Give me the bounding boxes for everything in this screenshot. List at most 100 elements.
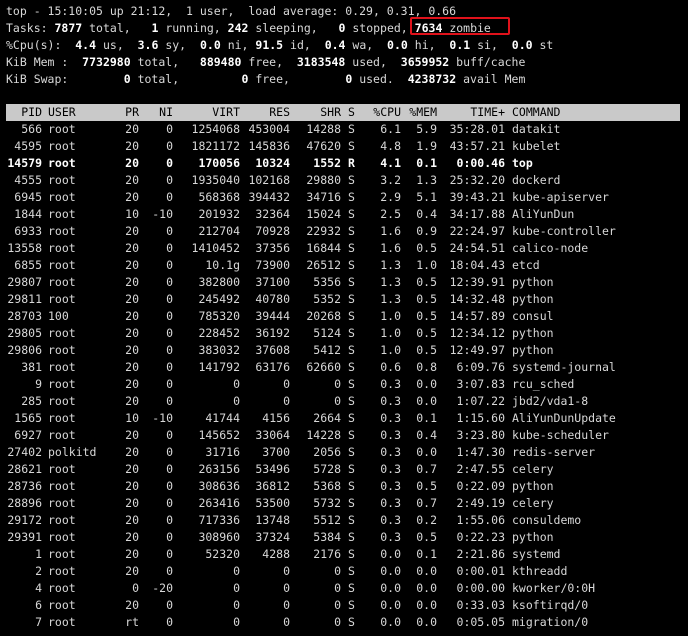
process-command: consuldemo	[512, 513, 582, 527]
process-row[interactable]: 28621 root 20 0 263156 53496 5728 S 0.3 0.7 2:47.5…	[6, 461, 680, 478]
process-mem: 0.1	[416, 156, 437, 170]
process-row[interactable]: 6 root 20 0 0 0 0 S 0.0 0.0 0:33.03 ksoftirqd/0	[6, 597, 680, 614]
cpu-id-label: id,	[290, 38, 311, 52]
process-row[interactable]: 6927 root 20 0 145652 33064 14228 S 0.3 0.4 3:23.8…	[6, 427, 680, 444]
process-cpu: 0.3	[380, 513, 401, 527]
process-ni: 0	[166, 615, 173, 629]
process-cpu: 0.3	[380, 411, 401, 425]
process-row[interactable]: 566 root 20 0 1254068 453004 14288 S 6.1 5.9 35:28…	[6, 121, 680, 138]
col-pid[interactable]: PID	[6, 104, 42, 121]
process-pr: 20	[125, 122, 139, 136]
tasks-running: 1	[151, 21, 159, 35]
process-cpu: 6.1	[380, 122, 401, 136]
process-row[interactable]: 381 root 20 0 141792 63176 62660 S 0.6 0.8 6:09.76…	[6, 359, 680, 376]
process-row[interactable]: 29391 root 20 0 308960 37324 5384 S 0.3 0.5 0:22.2…	[6, 529, 680, 546]
process-mem: 0.5	[416, 241, 437, 255]
col-command[interactable]: COMMAND	[505, 104, 680, 121]
process-state: S	[348, 394, 355, 408]
process-row[interactable]: 28896 root 20 0 263416 53500 5732 S 0.3 0.7 2:49.1…	[6, 495, 680, 512]
process-virt: 10.1g	[205, 258, 240, 272]
process-virt: 382800	[198, 275, 240, 289]
process-command: kubelet	[512, 139, 561, 153]
process-res: 4156	[262, 411, 290, 425]
col-user[interactable]: USER	[42, 104, 111, 121]
process-res: 39444	[255, 309, 290, 323]
process-pr: rt	[125, 615, 139, 629]
process-pr: 20	[125, 156, 139, 170]
process-pr: 10	[125, 411, 139, 425]
process-cpu: 0.0	[380, 547, 401, 561]
cpu-st: 0.0	[511, 38, 533, 52]
process-user: 100	[48, 309, 69, 323]
process-mem: 1.3	[416, 173, 437, 187]
process-row[interactable]: 1565 root 10 -10 41744 4156 2664 S 0.3 0.1 1:15.60…	[6, 410, 680, 427]
process-command: systemd	[512, 547, 561, 561]
process-command: ksoftirqd/0	[512, 598, 589, 612]
col-ni[interactable]: NI	[139, 104, 173, 121]
col-cpu[interactable]: %CPU	[361, 104, 401, 121]
process-row[interactable]: 1 root 20 0 52320 4288 2176 S 0.0 0.1 2:21.86 syste…	[6, 546, 680, 563]
process-command: datakit	[512, 122, 561, 136]
col-virt[interactable]: VIRT	[173, 104, 240, 121]
process-mem: 0.5	[416, 530, 437, 544]
process-row[interactable]: 27402 polkitd 20 0 31716 3700 2056 S 0.3 0.0 1:47.…	[6, 444, 680, 461]
process-virt: 0	[233, 564, 240, 578]
cpu-si: 0.1	[449, 38, 471, 52]
swap-free: 0	[241, 72, 249, 86]
process-row[interactable]: 29806 root 20 0 383032 37608 5412 S 1.0 0.5 12:49.…	[6, 342, 680, 359]
process-row[interactable]: 28703 100 20 0 785320 39444 20268 S 1.0 0.5 14:57.…	[6, 308, 680, 325]
process-row[interactable]: 29807 root 20 0 382800 37100 5356 S 1.3 0.5 12:39.…	[6, 274, 680, 291]
process-pid: 27402	[7, 445, 42, 459]
process-row[interactable]: 4555 root 20 0 1935040 102168 29880 S 3.2 1.3 25:3…	[6, 172, 680, 189]
process-time: 3:23.80	[456, 428, 505, 442]
process-command: rcu_sched	[512, 377, 575, 391]
process-virt: 41744	[205, 411, 240, 425]
process-row[interactable]: 28736 root 20 0 308636 36812 5368 S 0.3 0.5 0:22.0…	[6, 478, 680, 495]
process-ni: 0	[166, 513, 173, 527]
process-ni: 0	[166, 462, 173, 476]
process-time: 43:57.21	[449, 139, 505, 153]
process-ni: 0	[166, 598, 173, 612]
process-row[interactable]: 7 root rt 0 0 0 0 S 0.0 0.0 0:05.05 migration/0	[6, 614, 680, 631]
col-pr[interactable]: PR	[111, 104, 139, 121]
process-shr: 0	[334, 564, 341, 578]
process-row[interactable]: 29172 root 20 0 717336 13748 5512 S 0.3 0.2 1:55.0…	[6, 512, 680, 529]
process-pr: 20	[125, 564, 139, 578]
process-row[interactable]: 285 root 20 0 0 0 0 S 0.3 0.0 1:07.22 jbd2/vda1-8	[6, 393, 680, 410]
process-state: S	[348, 513, 355, 527]
process-row[interactable]: 6933 root 20 0 212704 70928 22932 S 1.6 0.9 22:24.…	[6, 223, 680, 240]
process-shr: 5412	[313, 343, 341, 357]
process-row[interactable]: 9 root 20 0 0 0 0 S 0.3 0.0 3:07.83 rcu_sched	[6, 376, 680, 393]
process-row[interactable]: 2 root 20 0 0 0 0 S 0.0 0.0 0:00.01 kthreadd	[6, 563, 680, 580]
process-row[interactable]: 4 root 0 -20 0 0 0 S 0.0 0.0 0:00.00 kworker/0:0H	[6, 580, 680, 597]
col-time[interactable]: TIME+	[437, 104, 505, 121]
process-res: 453004	[248, 122, 290, 136]
process-cpu: 1.6	[380, 241, 401, 255]
col-s[interactable]: S	[341, 104, 361, 121]
process-user: root	[48, 496, 76, 510]
process-pid: 29391	[7, 530, 42, 544]
process-row[interactable]: 6945 root 20 0 568368 394432 34716 S 2.9 5.1 39:43…	[6, 189, 680, 206]
process-pr: 20	[125, 190, 139, 204]
col-shr[interactable]: SHR	[290, 104, 341, 121]
process-row[interactable]: 13558 root 20 0 1410452 37356 16844 S 1.6 0.5 24:5…	[6, 240, 680, 257]
process-row[interactable]: 14579 root 20 0 170056 10324 1552 R 4.1 0.1 0:00.4…	[6, 155, 680, 172]
process-virt: 0	[233, 581, 240, 595]
process-time: 0:00.00	[456, 581, 505, 595]
col-mem[interactable]: %MEM	[401, 104, 437, 121]
process-ni: 0	[166, 156, 173, 170]
zombie-highlight-box	[410, 17, 510, 35]
process-cpu: 1.0	[380, 309, 401, 323]
process-row[interactable]: 6855 root 20 0 10.1g 73900 26512 S 1.3 1.0 18:04.4…	[6, 257, 680, 274]
col-res[interactable]: RES	[240, 104, 290, 121]
process-shr: 16844	[306, 241, 341, 255]
process-pr: 20	[125, 292, 139, 306]
process-row[interactable]: 29805 root 20 0 228452 36192 5124 S 1.0 0.5 12:34.…	[6, 325, 680, 342]
process-row[interactable]: 1844 root 10 -10 201932 32364 15024 S 2.5 0.4 34:1…	[6, 206, 680, 223]
process-row[interactable]: 29811 root 20 0 245492 40780 5352 S 1.3 0.5 14:32.…	[6, 291, 680, 308]
process-shr: 5124	[313, 326, 341, 340]
process-state: S	[348, 615, 355, 629]
process-state: S	[348, 428, 355, 442]
process-row[interactable]: 4595 root 20 0 1821172 145836 47620 S 4.8 1.9 43:5…	[6, 138, 680, 155]
process-ni: 0	[166, 530, 173, 544]
